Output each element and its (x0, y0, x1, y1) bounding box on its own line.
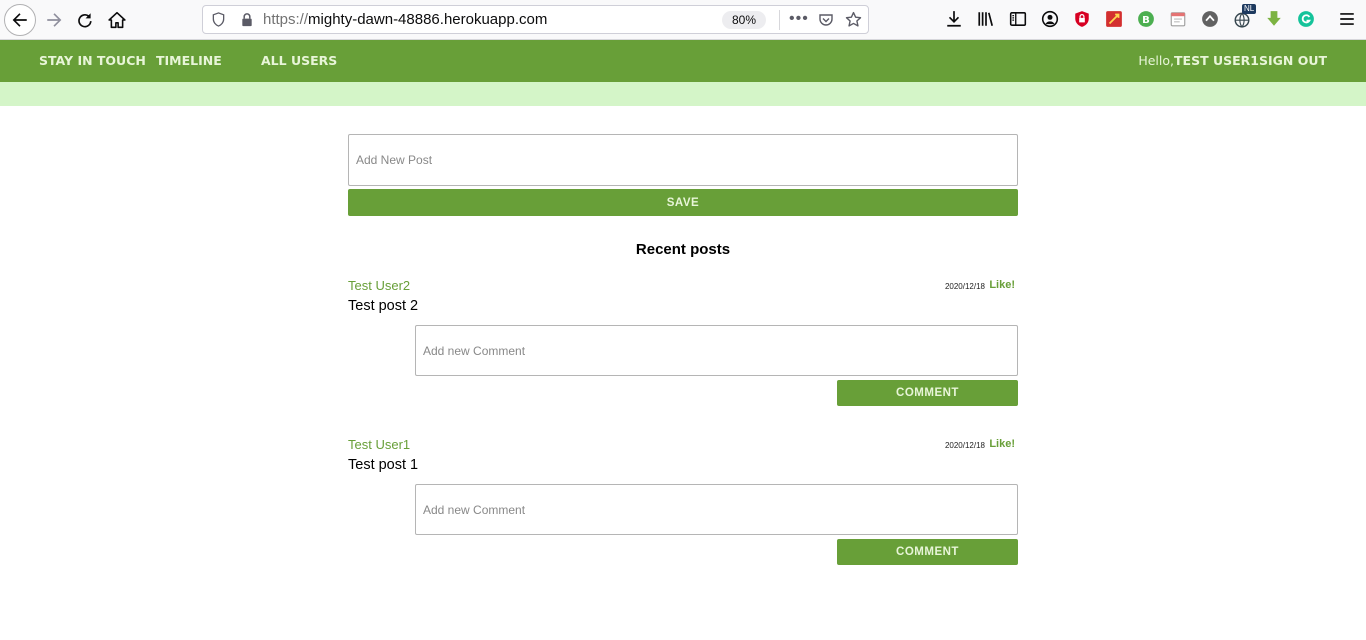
post-author-link[interactable]: Test User1 (348, 437, 410, 452)
hamburger-menu-icon[interactable] (1338, 10, 1356, 28)
reload-button[interactable] (69, 4, 101, 36)
reload-icon (78, 13, 92, 28)
post-body: Test post 1 (348, 457, 419, 473)
grammarly-icon[interactable] (1297, 10, 1315, 28)
comment-input[interactable]: Add new Comment (415, 325, 1018, 376)
new-post-input[interactable]: Add New Post (348, 134, 1018, 186)
nav-user-area: Hello,TEST USER1SIGN OUT (1138, 53, 1327, 68)
ublock-shield-icon[interactable] (1073, 10, 1091, 28)
url-text[interactable]: https://mighty-dawn-48886.herokuapp.com (263, 11, 547, 28)
bookmark-star-icon[interactable] (845, 11, 862, 28)
comment-placeholder: Add new Comment (423, 502, 526, 517)
greeting-text: Hello, (1138, 53, 1174, 68)
post-item: Test User1 2020/12/18 Like! Test post 1 … (348, 437, 1018, 577)
downloads-icon[interactable] (945, 10, 963, 28)
post-item: Test User2 2020/12/18 Like! Test post 2 … (348, 278, 1018, 418)
comment-placeholder: Add new Comment (423, 343, 526, 358)
save-post-button[interactable]: SAVE (348, 189, 1018, 216)
comment-button[interactable]: COMMENT (837, 539, 1018, 565)
brand-link[interactable]: STAY IN TOUCH (39, 53, 146, 68)
post-date: 2020/12/18 (944, 282, 985, 291)
page-actions-icon[interactable]: ••• (789, 10, 809, 28)
home-button[interactable] (101, 4, 133, 36)
ext-badge: NL (1242, 4, 1257, 14)
home-icon (108, 11, 126, 29)
post-date: 2020/12/18 (944, 441, 985, 450)
sidebar-icon[interactable] (1009, 10, 1027, 28)
arrow-right-icon (47, 13, 62, 27)
nav-all-users-link[interactable]: ALL USERS (261, 53, 337, 68)
post-author-link[interactable]: Test User2 (348, 278, 410, 293)
sign-out-link[interactable]: SIGN OUT (1259, 53, 1327, 68)
current-username-link[interactable]: TEST USER1 (1174, 53, 1259, 68)
url-protocol: https:// (263, 11, 309, 28)
like-button[interactable]: Like! (989, 438, 1015, 450)
back-button[interactable] (4, 4, 36, 36)
account-icon[interactable] (1041, 10, 1059, 28)
like-button[interactable]: Like! (989, 279, 1015, 291)
green-b-icon[interactable]: B (1137, 10, 1155, 28)
shield-icon[interactable] (211, 12, 226, 27)
grey-circle-ext-icon[interactable] (1201, 10, 1219, 28)
library-icon[interactable] (977, 10, 995, 28)
arrow-left-icon (12, 13, 27, 27)
notice-bar (0, 82, 1366, 106)
recent-posts-heading: Recent posts (635, 241, 731, 258)
browser-toolbar: https://mighty-dawn-48886.herokuapp.com … (0, 0, 1366, 40)
comment-button[interactable]: COMMENT (837, 380, 1018, 406)
lock-icon[interactable] (240, 12, 254, 27)
svg-text:B: B (1142, 15, 1150, 26)
url-bar[interactable]: https://mighty-dawn-48886.herokuapp.com … (202, 5, 869, 34)
red-ext-icon[interactable] (1105, 10, 1123, 28)
forward-button[interactable] (38, 4, 70, 36)
calendar-icon[interactable] (1169, 10, 1187, 28)
green-arrow-ext-icon[interactable] (1265, 10, 1283, 28)
url-separator (779, 10, 780, 30)
zoom-indicator[interactable]: 80% (722, 11, 766, 29)
comment-input[interactable]: Add new Comment (415, 484, 1018, 535)
globe-nl-icon[interactable]: NL (1233, 4, 1257, 28)
new-post-placeholder: Add New Post (356, 153, 433, 167)
pocket-icon[interactable] (818, 12, 834, 28)
url-host: mighty-dawn-48886.herokuapp.com (308, 11, 548, 28)
app-navbar: STAY IN TOUCH TIMELINE ALL USERS Hello,T… (0, 40, 1366, 82)
post-body: Test post 2 (348, 298, 419, 314)
nav-timeline-link[interactable]: TIMELINE (156, 53, 222, 68)
